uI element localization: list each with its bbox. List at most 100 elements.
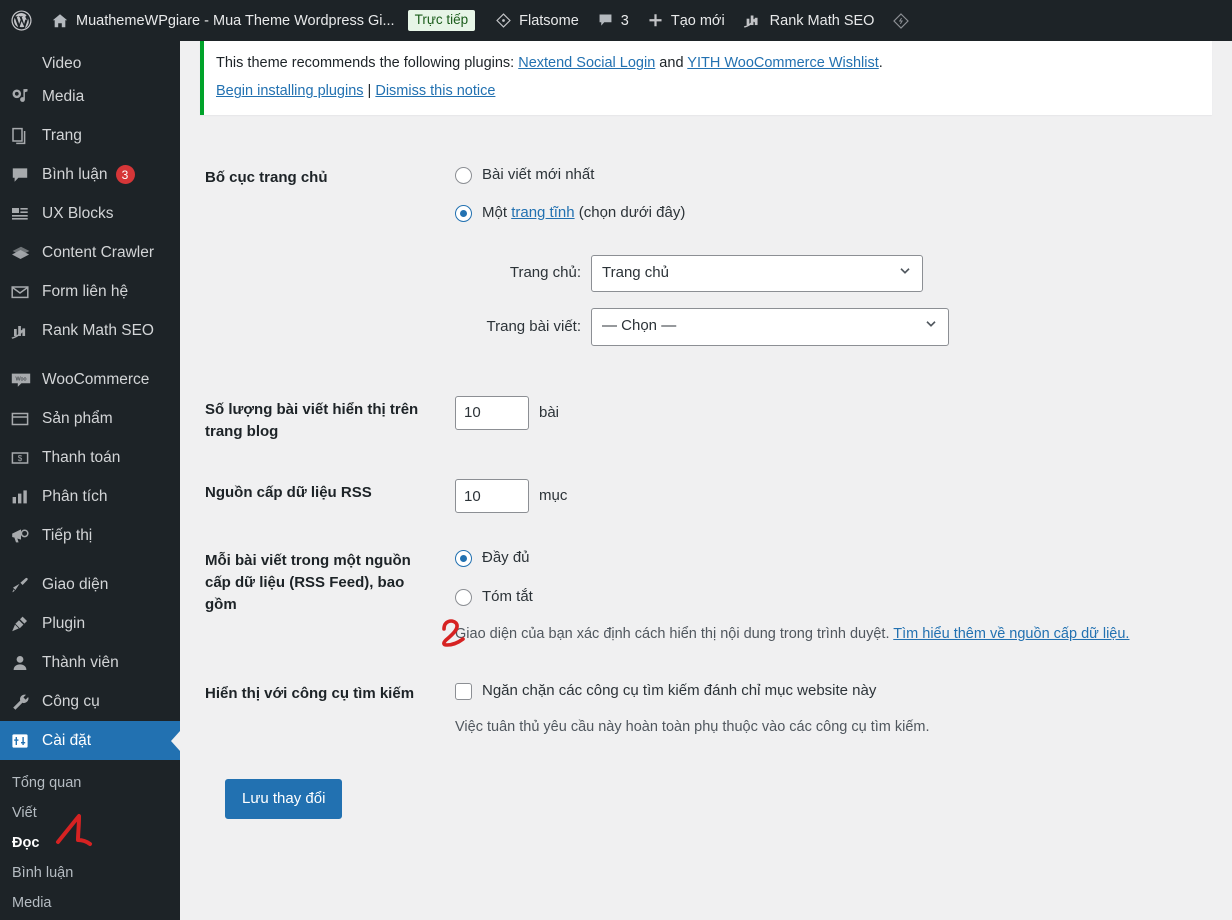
adminbar-site-name-label: MuathemeWPgiare - Mua Theme Wordpress Gi… [76, 12, 395, 29]
main-content: This theme recommends the following plug… [180, 41, 1232, 920]
radio-latest-posts[interactable]: Bài viết mới nhất [455, 164, 1202, 187]
nextend-social-login-link[interactable]: Nextend Social Login [518, 55, 655, 71]
search-visibility-checkbox-row[interactable]: Ngăn chặn các công cụ tìm kiếm đánh chỉ … [455, 680, 1202, 703]
sidebar-item-woocommerce[interactable]: Woo WooCommerce [0, 360, 180, 399]
posts-per-page-label: Số lượng bài viết hiển thị trên trang bl… [205, 400, 419, 440]
static-suffix-text: (chọn dưới đây) [574, 204, 686, 222]
static-page-selectors: Trang chủ: Trang chủ Trang bài viết: — C… [455, 254, 1202, 346]
adminbar-live-item[interactable]: Trực tiếp [404, 0, 487, 41]
radio-static-page-label[interactable]: Một trang tĩnh (chọn dưới đây) [482, 202, 685, 225]
radio-feed-full-input[interactable] [455, 550, 472, 568]
submenu-item-tong-quan[interactable]: Tổng quan [0, 768, 180, 798]
notice-text-line: This theme recommends the following plug… [216, 52, 1200, 74]
radio-feed-summary-input[interactable] [455, 588, 472, 606]
sidebar-item-label: Video [42, 55, 82, 72]
search-visibility-description: Việc tuân thủ yêu cầu này hoàn toàn phụ … [455, 718, 930, 735]
adminbar-new-content[interactable]: Tạo mới [638, 0, 734, 41]
posts-per-page-input[interactable] [455, 395, 529, 430]
sidebar-item-ux-blocks[interactable]: UX Blocks [0, 194, 180, 233]
admin-sidebar-menu: Video Media Trang Bình luận 3 UX Blocks … [0, 41, 180, 920]
static-page-link[interactable]: trang tĩnh [511, 204, 574, 221]
payments-icon: $ [10, 447, 40, 469]
sidebar-item-rank-math-seo[interactable]: Rank Math SEO [0, 311, 180, 350]
adminbar-new-content-label: Tạo mới [670, 12, 725, 29]
search-visibility-checkbox-label[interactable]: Ngăn chặn các công cụ tìm kiếm đánh chỉ … [482, 680, 876, 703]
submenu-item-viet[interactable]: Viết [0, 798, 180, 828]
sidebar-item-form-lien-he[interactable]: Form liên hệ [0, 272, 180, 311]
adminbar-wp-logo[interactable] [0, 0, 42, 41]
pages-icon [10, 125, 40, 147]
users-icon [10, 652, 40, 674]
diamond-icon [892, 12, 910, 30]
submenu-item-doc[interactable]: Đọc [0, 828, 180, 858]
posts-page-label: Trang bài viết: [486, 317, 582, 335]
sidebar-item-video[interactable]: Video [0, 41, 180, 77]
plus-icon [647, 12, 664, 29]
radio-static-page-input[interactable] [455, 205, 472, 223]
radio-feed-summary-label[interactable]: Tóm tắt [482, 586, 533, 609]
radio-latest-posts-input[interactable] [455, 166, 472, 184]
adminbar-flatsome-label: Flatsome [519, 12, 579, 29]
feed-learn-more-link[interactable]: Tìm hiểu thêm về nguồn cấp dữ liệu. [893, 626, 1129, 642]
sidebar-comment-count-badge: 3 [115, 165, 135, 184]
sidebar-item-content-crawler[interactable]: Content Crawler [0, 233, 180, 272]
rss-items-input[interactable] [455, 479, 529, 514]
plugin-icon [10, 613, 40, 635]
sidebar-item-thanh-toan[interactable]: $ Thanh toán [0, 438, 180, 477]
rss-items-unit: mục [539, 487, 568, 505]
adminbar-flatsome[interactable]: Flatsome [486, 0, 588, 41]
radio-latest-posts-label[interactable]: Bài viết mới nhất [482, 164, 594, 187]
adminbar-rank-math[interactable]: Rank Math SEO [734, 0, 884, 41]
sidebar-item-phan-tich[interactable]: Phân tích [0, 477, 180, 516]
yith-wishlist-link[interactable]: YITH WooCommerce Wishlist [687, 55, 878, 71]
sidebar-item-label: Giao diện [42, 575, 109, 593]
front-page-select-wrap[interactable]: Trang chủ [591, 254, 923, 293]
static-prefix-text: Một [482, 204, 512, 222]
submenu-item-media[interactable]: Media [0, 888, 180, 918]
sidebar-item-thanh-vien[interactable]: Thành viên [0, 643, 180, 682]
front-page-label: Trang chủ: [509, 264, 581, 282]
notice-separator: | [367, 83, 372, 100]
radio-feed-full-label[interactable]: Đầy đủ [482, 547, 530, 570]
sidebar-item-tiep-thi[interactable]: Tiếp thị [0, 516, 180, 555]
settings-table: Bố cục trang chủ Bài viết mới nhất Một t… [200, 147, 1212, 756]
dismiss-notice-link[interactable]: Dismiss this notice [375, 83, 495, 99]
submenu-item-binh-luan[interactable]: Bình luận [0, 858, 180, 888]
flatsome-icon [495, 12, 512, 29]
save-changes-button[interactable]: Lưu thay đổi [225, 779, 343, 820]
rank-math-icon [10, 320, 40, 342]
radio-static-page[interactable]: Một trang tĩnh (chọn dưới đây) [455, 202, 1202, 225]
posts-page-select[interactable]: — Chọn — [591, 308, 949, 346]
rss-items-field: mục [445, 462, 1212, 530]
adminbar-diamond[interactable] [883, 0, 919, 41]
sidebar-item-binh-luan[interactable]: Bình luận 3 [0, 155, 180, 194]
admin-bar: MuathemeWPgiare - Mua Theme Wordpress Gi… [0, 0, 1232, 41]
table-row-feed-content: Mỗi bài viết trong một nguồn cấp dữ liệu… [200, 530, 1212, 663]
adminbar-site-name[interactable]: MuathemeWPgiare - Mua Theme Wordpress Gi… [42, 0, 404, 41]
sidebar-item-san-pham[interactable]: Sản phẩm [0, 399, 180, 438]
front-page-select[interactable]: Trang chủ [591, 254, 923, 293]
sidebar-item-cai-dat[interactable]: Cài đặt [0, 721, 180, 760]
submenu-label: Tổng quan [12, 775, 82, 791]
sidebar-item-trang[interactable]: Trang [0, 116, 180, 155]
submenu-label: Bình luận [12, 865, 74, 881]
radio-feed-full[interactable]: Đầy đủ [455, 547, 1202, 570]
sidebar-item-plugin[interactable]: Plugin [0, 604, 180, 643]
sidebar-item-label: Plugin [42, 614, 86, 632]
begin-installing-plugins-link[interactable]: Begin installing plugins [216, 83, 364, 99]
posts-page-select-wrap[interactable]: — Chọn — [591, 308, 949, 346]
sidebar-separator [0, 555, 180, 565]
rank-math-icon [743, 12, 763, 29]
rss-items-label: Nguồn cấp dữ liệu RSS [205, 484, 372, 502]
blocks-icon [10, 203, 40, 225]
notice-text-and: and [655, 55, 688, 71]
sidebar-item-cong-cu[interactable]: Công cụ [0, 682, 180, 721]
sidebar-item-label: Content Crawler [42, 243, 154, 261]
sidebar-item-media[interactable]: Media [0, 77, 180, 116]
sidebar-item-giao-dien[interactable]: Giao diện [0, 565, 180, 604]
table-row-posts-per-page: Số lượng bài viết hiển thị trên trang bl… [200, 379, 1212, 463]
radio-feed-summary[interactable]: Tóm tắt [455, 586, 1202, 609]
search-visibility-checkbox[interactable] [455, 682, 472, 700]
adminbar-comments[interactable]: 3 [588, 0, 638, 41]
sidebar-item-label: Phân tích [42, 487, 108, 505]
